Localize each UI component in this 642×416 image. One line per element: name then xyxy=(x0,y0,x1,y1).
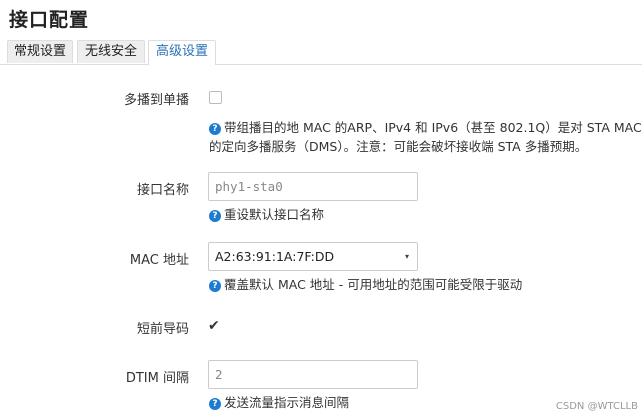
tab-wireless-security[interactable]: 无线安全 xyxy=(77,40,145,63)
ifname-label: 接口名称 xyxy=(136,183,189,198)
tab-general[interactable]: 常规设置 xyxy=(7,40,73,63)
dtim-label: DTIM 间隔 xyxy=(125,371,189,386)
caret-down-icon: ▾ xyxy=(404,252,409,261)
multicast-help-line2: 的定向多播服务（DMS）。注意：可能会破坏接收端 STA 多播预期。 xyxy=(209,139,588,154)
help-circle-icon: ? xyxy=(209,123,221,135)
multicast-help-line1: 带组播目的地 MAC 的ARP、IPv4 和 IPv6（甚至 802.1Q）是对… xyxy=(224,120,642,135)
mac-label: MAC 地址 xyxy=(129,253,189,268)
check-icon: ✔ xyxy=(208,318,220,334)
watermark: CSDN @WTCLLB xyxy=(555,401,638,412)
help-circle-icon: ? xyxy=(209,280,221,292)
multicast-label: 多播到单播 xyxy=(123,93,189,108)
short-preamble-label: 短前导码 xyxy=(136,322,189,337)
help-circle-icon: ? xyxy=(209,398,221,410)
mac-help-text: 覆盖默认 MAC 地址 - 可用地址的范围可能受限于驱动 xyxy=(224,277,523,292)
multicast-checkbox[interactable] xyxy=(209,91,222,104)
short-preamble-checkbox[interactable]: ✔ xyxy=(208,319,220,333)
mac-select[interactable]: A2:63:91:1A:7F:DD ▾ xyxy=(208,242,418,271)
ifname-help-text: 重设默认接口名称 xyxy=(224,207,325,222)
dtim-input[interactable]: 2 xyxy=(208,360,418,389)
ifname-input[interactable]: phy1-sta0 xyxy=(208,172,418,201)
page-title: 接口配置 xyxy=(9,9,90,31)
help-circle-icon: ? xyxy=(209,210,221,222)
tab-advanced[interactable]: 高级设置 xyxy=(148,40,216,65)
dtim-help: ? 发送流量指示消息间隔 xyxy=(209,393,349,412)
mac-select-value: A2:63:91:1A:7F:DD xyxy=(215,249,335,264)
tab-bar: 常规设置 无线安全 高级设置 xyxy=(0,38,642,65)
ifname-help: ? 重设默认接口名称 xyxy=(209,205,324,224)
multicast-help: ? 带组播目的地 MAC 的ARP、IPv4 和 IPv6（甚至 802.1Q）是… xyxy=(209,118,642,156)
mac-help: ? 覆盖默认 MAC 地址 - 可用地址的范围可能受限于驱动 xyxy=(209,275,522,294)
dtim-help-text: 发送流量指示消息间隔 xyxy=(224,395,350,410)
